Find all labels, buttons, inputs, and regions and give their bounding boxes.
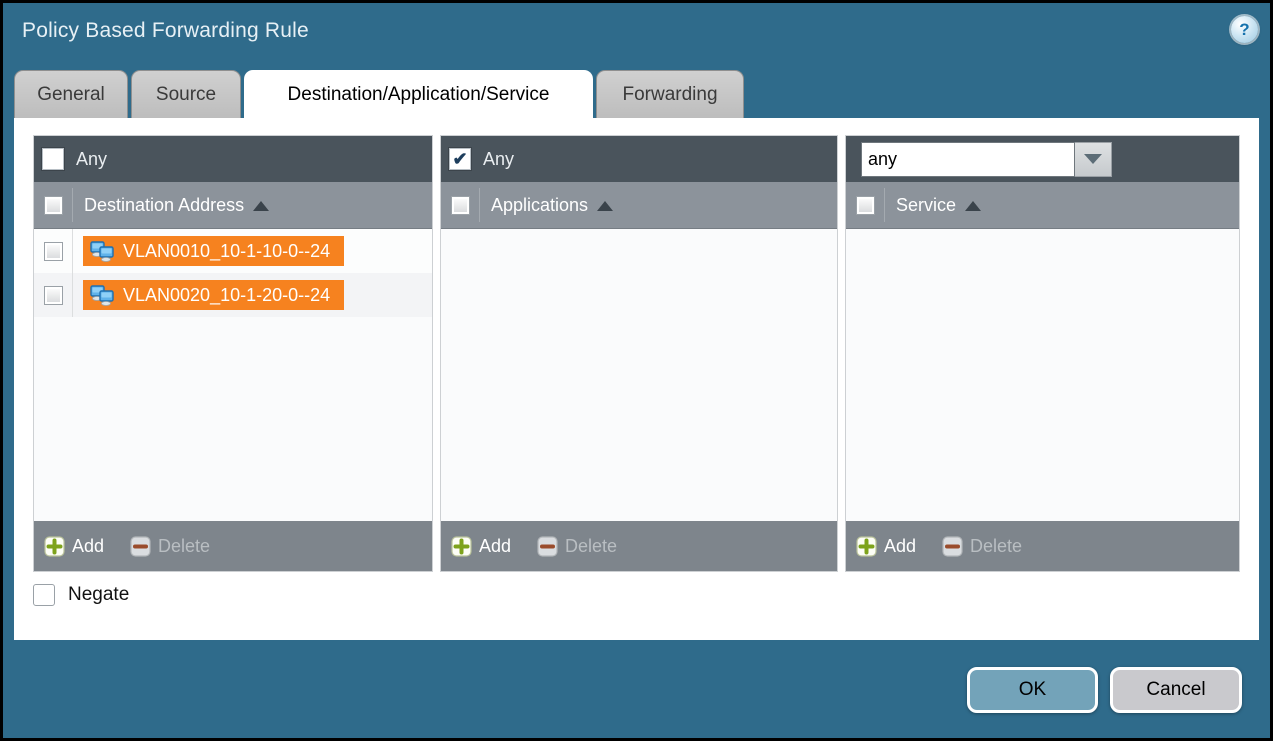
delete-label: Delete [565,536,617,557]
tab-bar: General Source Destination/Application/S… [14,70,744,118]
ok-button[interactable]: OK [967,667,1098,713]
destination-list: VLAN0010_10-1-10-0--24 VLAN0020_10-1-20-… [34,229,432,521]
applications-delete-button[interactable]: Delete [537,536,617,557]
table-row[interactable]: VLAN0010_10-1-10-0--24 [34,229,432,273]
divider [479,188,480,222]
service-add-button[interactable]: Add [856,536,916,557]
applications-list [441,229,837,521]
destination-delete-button[interactable]: Delete [130,536,210,557]
add-label: Add [479,536,511,557]
destination-column-header: Destination Address [34,182,432,229]
address-object-name: VLAN0020_10-1-20-0--24 [123,285,330,306]
service-combobox [861,142,1112,177]
destination-any-label: Any [76,149,107,170]
service-panel: Service Add Delete [845,135,1240,572]
applications-any-checkbox[interactable] [449,148,471,170]
applications-panel: Any Applications Add Delete [440,135,838,572]
applications-add-button[interactable]: Add [451,536,511,557]
applications-footer: Add Delete [441,521,837,571]
applications-any-label: Any [483,149,514,170]
delete-label: Delete [158,536,210,557]
divider [72,188,73,222]
destination-any-bar: Any [34,136,432,182]
service-select-all-checkbox[interactable] [856,196,875,215]
address-object-name: VLAN0010_10-1-10-0--24 [123,241,330,262]
applications-column-header: Applications [441,182,837,229]
service-header-label[interactable]: Service [896,195,956,216]
add-label: Add [72,536,104,557]
dialog-title: Policy Based Forwarding Rule [22,19,309,43]
service-select-bar [846,136,1239,182]
plus-icon [451,536,472,557]
plus-icon [44,536,65,557]
sort-asc-icon [597,201,613,211]
negate-label: Negate [68,584,129,606]
service-column-header: Service [846,182,1239,229]
service-delete-button[interactable]: Delete [942,536,1022,557]
sort-asc-icon [253,201,269,211]
tab-content: Any Destination Address [14,118,1259,640]
delete-label: Delete [970,536,1022,557]
cancel-button[interactable]: Cancel [1110,667,1242,713]
row-checkbox[interactable] [44,242,63,261]
minus-icon [942,536,963,557]
service-combo-dropdown-button[interactable] [1075,142,1112,177]
destination-header-label[interactable]: Destination Address [84,195,244,216]
destination-any-checkbox[interactable] [42,148,64,170]
tab-forwarding[interactable]: Forwarding [596,70,744,118]
chevron-down-icon [1084,154,1102,164]
network-icon [89,240,116,263]
destination-footer: Add Delete [34,521,432,571]
tab-source[interactable]: Source [131,70,241,118]
plus-icon [856,536,877,557]
row-checkbox[interactable] [44,286,63,305]
help-icon[interactable]: ? [1231,16,1258,43]
tab-general[interactable]: General [14,70,128,118]
address-object-chip[interactable]: VLAN0020_10-1-20-0--24 [83,280,344,310]
service-footer: Add Delete [846,521,1239,571]
destination-select-all-checkbox[interactable] [44,196,63,215]
service-combo-input[interactable] [861,142,1075,177]
applications-header-label[interactable]: Applications [491,195,588,216]
applications-select-all-checkbox[interactable] [451,196,470,215]
negate-checkbox[interactable] [33,584,55,606]
sort-asc-icon [965,201,981,211]
divider [884,188,885,222]
tab-destination-application-service[interactable]: Destination/Application/Service [244,70,593,119]
network-icon [89,284,116,307]
minus-icon [130,536,151,557]
destination-address-panel: Any Destination Address [33,135,433,572]
address-object-chip[interactable]: VLAN0010_10-1-10-0--24 [83,236,344,266]
applications-any-bar: Any [441,136,837,182]
table-row[interactable]: VLAN0020_10-1-20-0--24 [34,273,432,317]
minus-icon [537,536,558,557]
service-list [846,229,1239,521]
negate-row: Negate [33,584,129,606]
add-label: Add [884,536,916,557]
destination-add-button[interactable]: Add [44,536,104,557]
